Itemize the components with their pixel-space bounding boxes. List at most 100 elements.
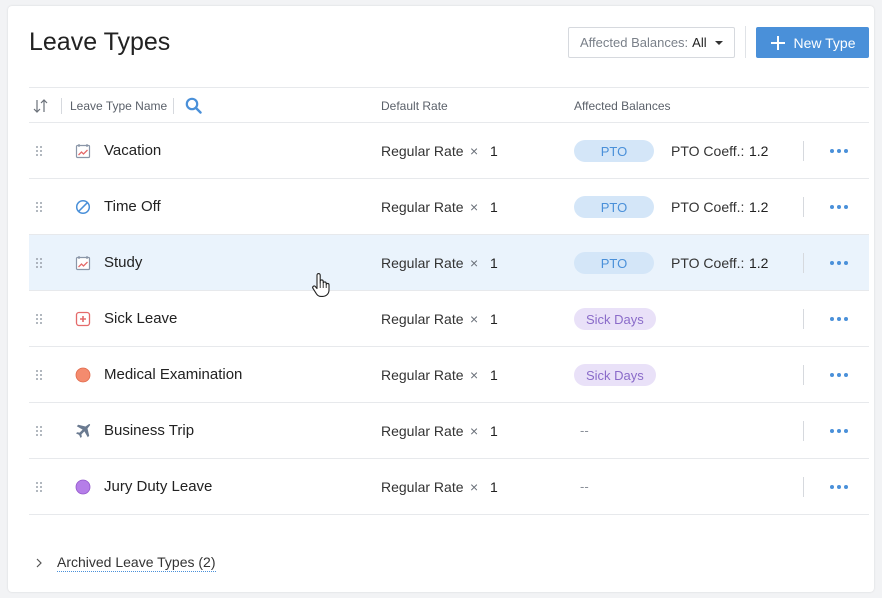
no-balance-placeholder: -- [580,479,589,494]
drag-handle-icon[interactable] [35,347,45,402]
page-title: Leave Types [29,28,171,56]
header-divider [745,26,746,58]
leave-type-name[interactable]: Business Trip [104,403,194,458]
prohibited-icon [74,179,92,234]
leave-type-name[interactable]: Medical Examination [104,347,242,402]
caret-down-icon [715,41,723,45]
pto-coeff-label: PTO Coeff.: [671,254,745,271]
rate-multiplier: 1 [490,310,498,327]
row-divider [803,421,804,441]
new-type-label: New Type [793,34,856,51]
pto-coeff-value: 1.2 [749,142,769,159]
table-row[interactable]: Medical Examination Regular Rate × 1 Sick Da… [29,347,869,403]
column-header-name: Leave Type Name [70,98,168,113]
multiply-sign: × [470,366,479,383]
default-rate: Regular Rate [381,478,464,495]
rate-multiplier: 1 [490,198,498,215]
row-divider [803,141,804,161]
default-rate: Regular Rate [381,198,464,215]
balance-badge-sick-days: Sick Days [574,364,656,386]
drag-handle-icon[interactable] [35,291,45,346]
multiply-sign: × [470,198,479,215]
rate-multiplier: 1 [490,142,498,159]
default-rate: Regular Rate [381,366,464,383]
multiply-sign: × [470,310,479,327]
more-options-icon[interactable] [829,459,849,514]
pto-coeff-value: 1.2 [749,198,769,215]
header-divider [173,98,174,114]
multiply-sign: × [470,478,479,495]
table-row[interactable]: Sick Leave Regular Rate × 1 Sick Days [29,291,869,347]
balance-badge-sick-days: Sick Days [574,308,656,330]
row-divider [803,253,804,273]
default-rate: Regular Rate [381,310,464,327]
multiply-sign: × [470,142,479,159]
default-rate: Regular Rate [381,422,464,439]
no-balance-placeholder: -- [580,423,589,438]
affected-balances-filter[interactable]: Affected Balances: All [568,27,735,58]
pto-coeff-value: 1.2 [749,254,769,271]
more-options-icon[interactable] [829,347,849,402]
table-row[interactable]: Vacation Regular Rate × 1 PTO PTO Coeff.: 1.2 [29,123,869,179]
more-options-icon[interactable] [829,179,849,234]
leave-types-card: Leave Types Affected Balances: All New T… [8,6,874,592]
row-divider [803,197,804,217]
more-options-icon[interactable] [829,291,849,346]
table-row[interactable]: Business Trip Regular Rate × 1 -- [29,403,869,459]
sort-icon[interactable] [33,88,49,123]
pto-coeff-label: PTO Coeff.: [671,142,745,159]
more-options-icon[interactable] [829,235,849,290]
row-divider [803,309,804,329]
header-divider [61,98,62,114]
leave-type-name[interactable]: Sick Leave [104,291,177,346]
table-row[interactable]: Time Off Regular Rate × 1 PTO PTO Coeff.: 1.2 [29,179,869,235]
drag-handle-icon[interactable] [35,459,45,514]
balance-badge-pto: PTO [574,140,654,162]
drag-handle-icon[interactable] [35,179,45,234]
new-type-button[interactable]: New Type [756,27,869,58]
balance-badge-pto: PTO [574,252,654,274]
search-icon[interactable] [185,88,203,123]
archived-leave-types-toggle[interactable]: Archived Leave Types (2) [34,554,216,572]
drag-handle-icon[interactable] [35,235,45,290]
default-rate: Regular Rate [381,254,464,271]
table-header: Leave Type Name Default Rate Affected Ba… [29,87,869,123]
rate-multiplier: 1 [490,366,498,383]
multiply-sign: × [470,254,479,271]
chevron-right-icon [36,558,42,568]
purple-dot-icon [74,459,92,514]
balance-badge-pto: PTO [574,196,654,218]
leave-type-name[interactable]: Study [104,235,142,290]
drag-handle-icon[interactable] [35,123,45,178]
multiply-sign: × [470,422,479,439]
filter-label: Affected Balances: [580,35,689,50]
pto-coeff-label: PTO Coeff.: [671,198,745,215]
default-rate: Regular Rate [381,142,464,159]
drag-handle-icon[interactable] [35,403,45,458]
calendar-chart-icon [74,235,92,290]
table-row[interactable]: Study Regular Rate × 1 PTO PTO Coeff.: 1.2 [29,235,869,291]
more-options-icon[interactable] [829,123,849,178]
hand-cursor-icon [312,273,330,297]
medical-cross-icon [74,291,92,346]
rate-multiplier: 1 [490,422,498,439]
rate-multiplier: 1 [490,254,498,271]
column-header-rate: Default Rate [381,98,448,113]
orange-dot-icon [74,347,92,402]
rate-multiplier: 1 [490,478,498,495]
leave-types-table: Leave Type Name Default Rate Affected Ba… [29,87,869,515]
calendar-chart-icon [74,123,92,178]
more-options-icon[interactable] [829,403,849,458]
plus-icon [770,35,785,50]
row-divider [803,365,804,385]
airplane-icon [74,403,92,458]
leave-type-name[interactable]: Vacation [104,123,161,178]
leave-type-name[interactable]: Time Off [104,179,161,234]
column-header-affected: Affected Balances [574,98,671,113]
archived-label: Archived Leave Types (2) [57,554,216,572]
filter-value: All [692,35,707,50]
row-divider [803,477,804,497]
table-body: Vacation Regular Rate × 1 PTO PTO Coeff.: 1.2 T… [29,123,869,515]
leave-type-name[interactable]: Jury Duty Leave [104,459,212,514]
table-row[interactable]: Jury Duty Leave Regular Rate × 1 -- [29,459,869,515]
